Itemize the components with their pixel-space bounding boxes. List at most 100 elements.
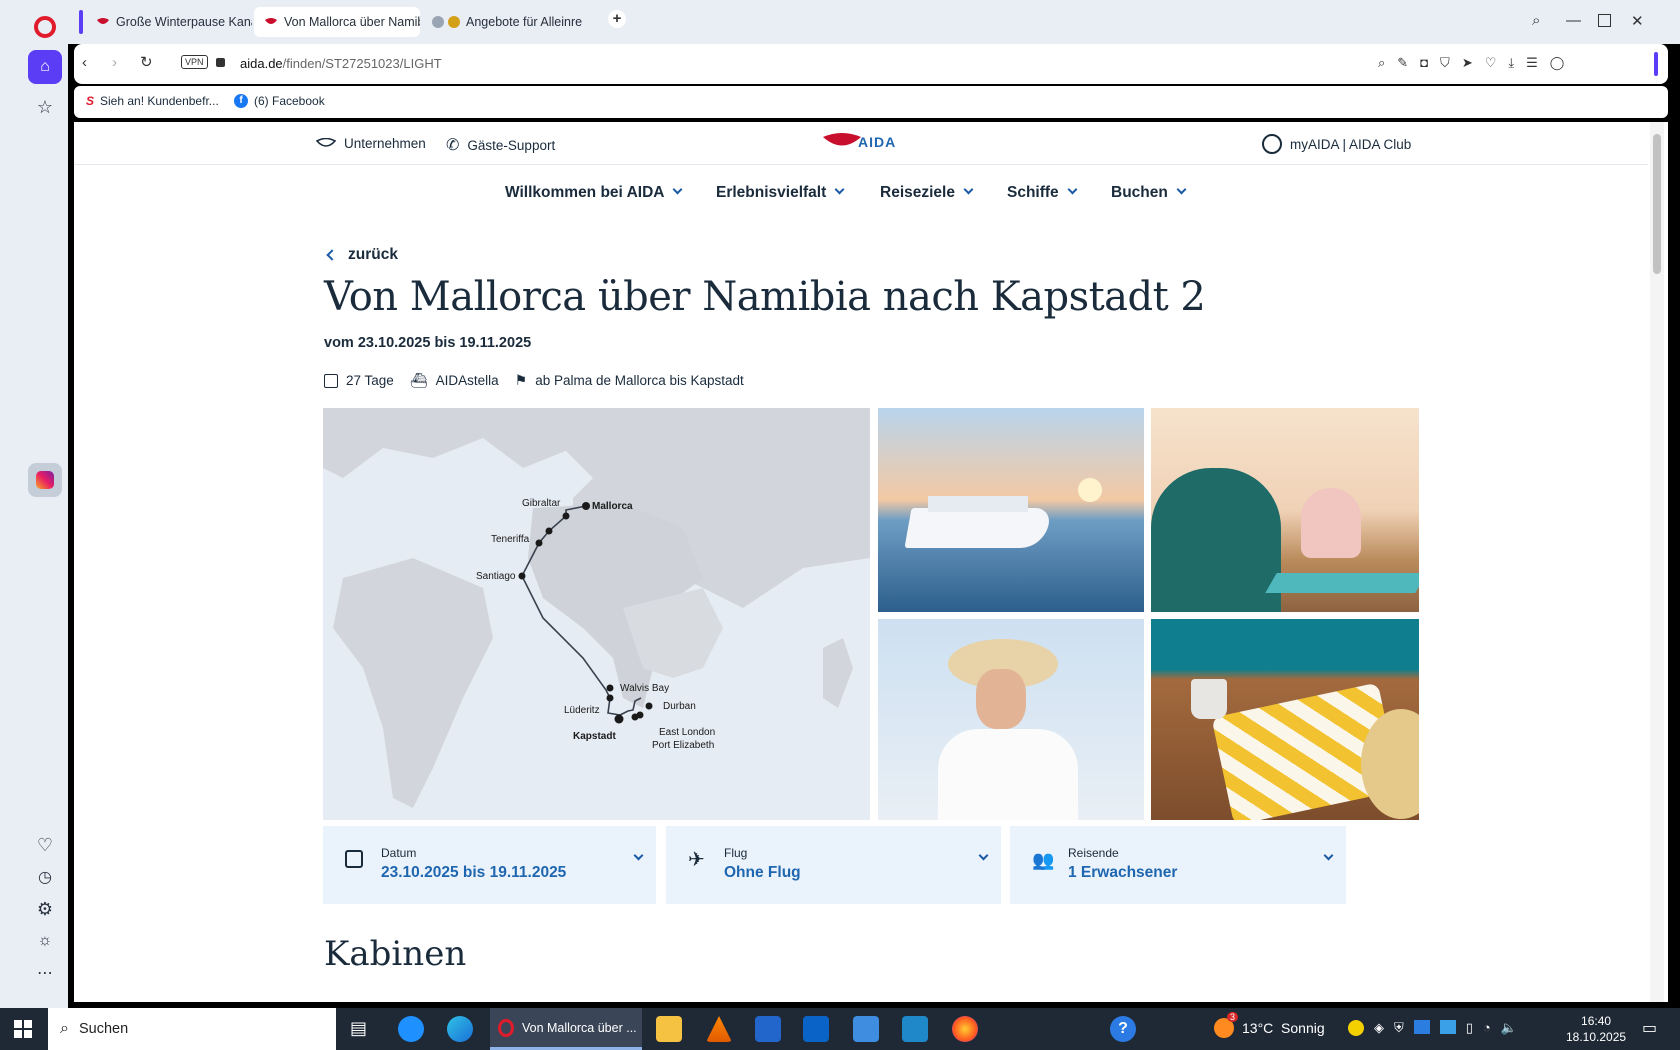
more-dots-icon[interactable]: ⋯ — [28, 956, 62, 990]
sidebar-toggle-marker[interactable] — [1654, 52, 1658, 76]
filter-flight[interactable]: ✈ Flug Ohne Flug — [666, 826, 1001, 904]
filter-label: Flug — [724, 846, 748, 860]
nav-label: Willkommen bei AIDA — [505, 184, 665, 201]
clock[interactable]: 16:40 18.10.2025 — [1566, 1013, 1626, 1045]
route-map[interactable]: Mallorca Gibraltar Teneriffa Santiago Wa… — [323, 408, 870, 820]
phone-icon: ✆ — [446, 137, 460, 154]
settings-gear-icon[interactable]: ⚙ — [28, 892, 62, 926]
heart-icon[interactable]: ♡ — [28, 828, 62, 862]
photo-yoga-deck[interactable] — [1151, 408, 1419, 612]
reload-icon[interactable]: ↻ — [140, 53, 153, 71]
outlook-icon[interactable] — [803, 1016, 829, 1042]
utility-company-link[interactable]: Unternehmen — [316, 136, 426, 151]
nav-schiffe[interactable]: Schiffe — [1007, 184, 1078, 202]
home-icon[interactable]: ⌂ — [28, 50, 62, 84]
wifi-icon[interactable]: ◔ — [1483, 1020, 1491, 1036]
send-icon[interactable]: ➤ — [1462, 55, 1473, 71]
bookmark-item[interactable]: S Sieh an! Kundenbefr... — [86, 94, 219, 108]
tab-winterpause[interactable]: Große Winterpause Kanar — [86, 7, 252, 37]
utility-support-link[interactable]: ✆ Gäste-Support — [446, 135, 555, 155]
url-path: /finden/ST27251023/LIGHT — [282, 56, 442, 71]
download-icon[interactable]: ⤓ — [1508, 55, 1514, 71]
tray-display-icon[interactable] — [1413, 1020, 1430, 1034]
maximize-icon[interactable] — [1598, 14, 1611, 27]
nav-buchen[interactable]: Buchen — [1111, 184, 1187, 202]
tray-monitor-icon[interactable] — [1439, 1020, 1456, 1034]
coffee-cup — [1191, 679, 1227, 719]
minimize-icon[interactable]: — — [1566, 12, 1581, 29]
lightbulb-icon[interactable]: ☼ — [28, 924, 62, 958]
nav-label: Buchen — [1111, 184, 1168, 201]
internet-explorer-icon[interactable] — [398, 1016, 424, 1042]
opera-logo-icon[interactable] — [34, 16, 56, 38]
bookmark-item[interactable]: f (6) Facebook — [234, 94, 325, 108]
tab-alleinreisende[interactable]: Angebote für Alleinreis — [422, 7, 582, 37]
heart-outline-icon[interactable]: ♡ — [1485, 55, 1497, 71]
filter-travelers[interactable]: 👥 Reisende 1 Erwachsener — [1010, 826, 1346, 904]
back-link[interactable]: zurück — [326, 246, 398, 264]
account-link[interactable]: myAIDA | AIDA Club — [1262, 134, 1411, 154]
nav-erlebnisvielfalt[interactable]: Erlebnisvielfalt — [716, 184, 845, 202]
opera-sidebar: ⌂ ☆ ♡ ◷ ⚙ ☼ ⋯ — [0, 0, 68, 1008]
tab-island-marker — [79, 10, 83, 34]
history-clock-icon[interactable]: ◷ — [28, 860, 62, 894]
person-back — [1151, 468, 1281, 612]
medal-icon — [448, 16, 460, 28]
app-icon[interactable] — [853, 1016, 879, 1042]
calculator-app-icon[interactable] — [902, 1016, 928, 1042]
volume-icon[interactable]: 🔈 — [1501, 1020, 1517, 1036]
nav-label: Reiseziele — [880, 184, 955, 201]
back-icon[interactable]: ‹ — [82, 54, 87, 71]
bookmarks-star-icon[interactable]: ☆ — [28, 90, 62, 124]
map-label-santiago: Santiago — [476, 571, 516, 582]
close-window-icon[interactable]: ✕ — [1631, 12, 1644, 30]
help-icon[interactable]: ? — [1110, 1016, 1136, 1042]
weather-widget[interactable]: 3 13°C Sonnig — [1214, 1012, 1325, 1038]
page-scrollbar[interactable] — [1650, 122, 1664, 1002]
url-domain: aida.de — [240, 56, 283, 71]
edit-icon[interactable]: ✎ — [1397, 55, 1408, 71]
page-search-icon[interactable]: ⌕ — [1378, 55, 1385, 71]
photo-deck-towel[interactable] — [1151, 619, 1419, 820]
lock-icon[interactable] — [216, 58, 225, 67]
photo-cruise-ship[interactable] — [878, 408, 1144, 612]
vlc-icon[interactable] — [706, 1016, 732, 1042]
taskbar-search[interactable]: ⌕ Suchen — [48, 1008, 336, 1050]
photo-woman-hat[interactable] — [878, 619, 1144, 820]
instagram-icon[interactable] — [28, 463, 62, 497]
active-app-title: Von Mallorca über ... — [522, 1020, 637, 1035]
camera-icon[interactable]: ◘ — [1420, 55, 1428, 71]
windows-start-icon[interactable] — [14, 1020, 32, 1038]
forward-icon[interactable]: › — [112, 54, 117, 71]
firefox-icon[interactable] — [952, 1016, 978, 1042]
file-explorer-icon[interactable] — [656, 1016, 682, 1042]
new-tab-plus-icon[interactable]: + — [608, 10, 626, 28]
web-page: Unternehmen ✆ Gäste-Support AIDA myAIDA … — [74, 122, 1668, 1002]
shield-icon[interactable]: ⛉ — [1440, 55, 1450, 71]
norton-icon[interactable] — [1348, 1020, 1364, 1036]
taskbar-opera-active[interactable]: Von Mallorca über ... — [490, 1008, 642, 1050]
aida-lips-icon — [265, 18, 277, 24]
filter-date[interactable]: Datum 23.10.2025 bis 19.11.2025 — [323, 826, 656, 904]
tab-mallorca-namibia[interactable]: Von Mallorca über Namib — [254, 7, 420, 37]
battery-icon[interactable]: ▯ — [1466, 1020, 1473, 1036]
chevron-down-icon — [834, 184, 845, 195]
filter-value: Ohne Flug — [724, 864, 801, 881]
url-field[interactable]: aida.de/finden/ST27251023/LIGHT — [240, 56, 442, 71]
tray-network-icon[interactable]: ⛨ — [1394, 1020, 1404, 1036]
tab-search-icon[interactable]: ⌕ — [1532, 12, 1540, 29]
meta-ship: ⛴ AIDAstella — [410, 372, 499, 389]
edge-icon[interactable] — [447, 1016, 473, 1042]
tray-app-icon[interactable]: ◈ — [1374, 1020, 1384, 1036]
aida-logo[interactable]: AIDA — [822, 132, 896, 150]
menu-icon[interactable]: ☰ — [1526, 55, 1538, 71]
notification-icon[interactable]: ▭ — [1642, 1018, 1657, 1038]
nav-willkommen[interactable]: Willkommen bei AIDA — [505, 184, 683, 202]
section-title-kabinen: Kabinen — [324, 934, 467, 974]
vpn-badge[interactable]: VPN — [181, 55, 208, 69]
task-view-icon[interactable]: ▤ — [350, 1018, 367, 1039]
store-icon[interactable] — [755, 1016, 781, 1042]
scrollbar-thumb[interactable] — [1653, 134, 1661, 274]
profile-icon[interactable]: ◯ — [1550, 55, 1565, 71]
nav-reiseziele[interactable]: Reiseziele — [880, 184, 974, 202]
